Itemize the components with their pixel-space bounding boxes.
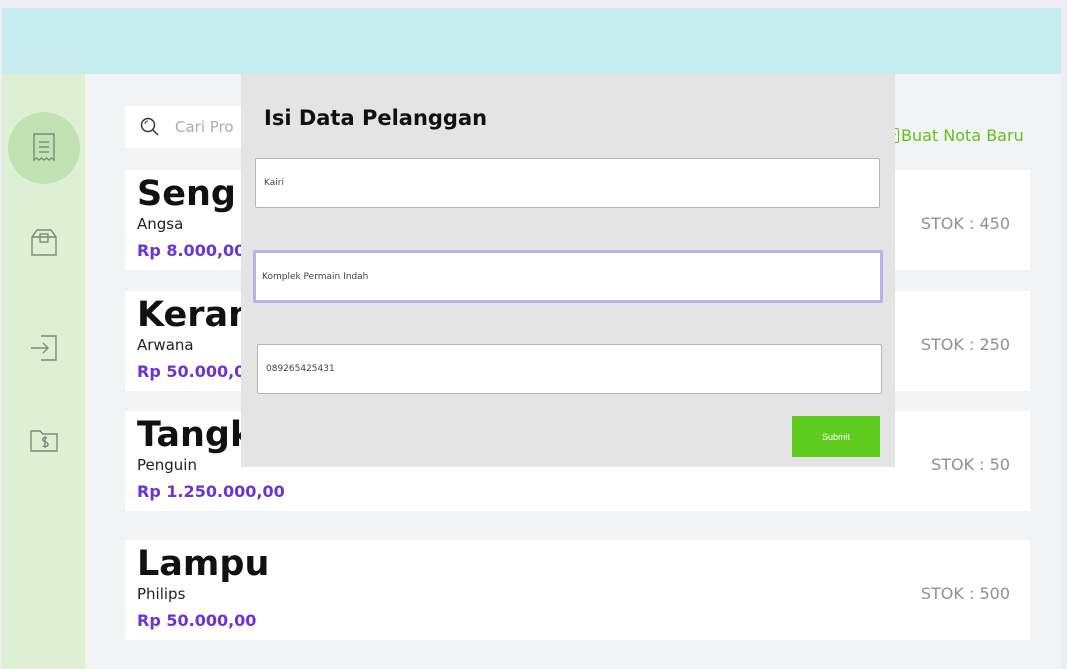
customer-phone-field[interactable]: 089265425431 (257, 344, 882, 394)
submit-button[interactable]: Submit (792, 416, 880, 457)
product-price: Rp 50.000,0 (137, 362, 246, 381)
sidebar-item-transactions[interactable] (8, 112, 80, 184)
customer-data-modal: Isi Data Pelanggan Kairi Komplek Permain… (241, 74, 895, 467)
new-note-label: Buat Nota Baru (901, 125, 1024, 145)
sidebar-item-products[interactable] (8, 206, 80, 278)
search-icon (140, 117, 159, 136)
box-icon (31, 229, 57, 256)
product-name: Seng (137, 174, 236, 214)
search-input[interactable]: Cari Pro (175, 118, 234, 136)
product-stock: STOK : 500 (920, 584, 1010, 603)
receipt-icon (33, 133, 55, 162)
new-note-button[interactable]: Buat Nota Baru (890, 125, 1024, 145)
sidebar (2, 74, 85, 669)
customer-address-field[interactable]: Komplek Permain Indah (253, 250, 883, 303)
login-icon (31, 335, 57, 361)
product-brand: Penguin (137, 456, 197, 474)
product-stock: STOK : 250 (920, 335, 1010, 354)
product-brand: Angsa (137, 215, 184, 233)
product-stock: STOK : 450 (920, 214, 1010, 233)
money-folder-icon (30, 430, 58, 452)
product-brand: Arwana (137, 336, 194, 354)
modal-title: Isi Data Pelanggan (264, 106, 488, 130)
sidebar-item-login[interactable] (8, 312, 80, 384)
sidebar-item-finance[interactable] (8, 404, 80, 476)
product-brand: Philips (137, 585, 186, 603)
product-stock: STOK : 50 (931, 455, 1010, 474)
product-price: Rp 50.000,00 (137, 611, 257, 630)
customer-name-field[interactable]: Kairi (255, 158, 880, 208)
product-price: Rp 8.000,00 (137, 241, 246, 260)
app-window: Cari Pro Buat Nota Baru Seng Angsa Rp 8.… (2, 8, 1061, 669)
product-card[interactable]: Lampu Philips Rp 50.000,00 STOK : 500 (125, 540, 1030, 640)
top-bar (2, 8, 1061, 74)
product-name: Lampu (137, 544, 270, 584)
product-price: Rp 1.250.000,00 (137, 482, 285, 501)
